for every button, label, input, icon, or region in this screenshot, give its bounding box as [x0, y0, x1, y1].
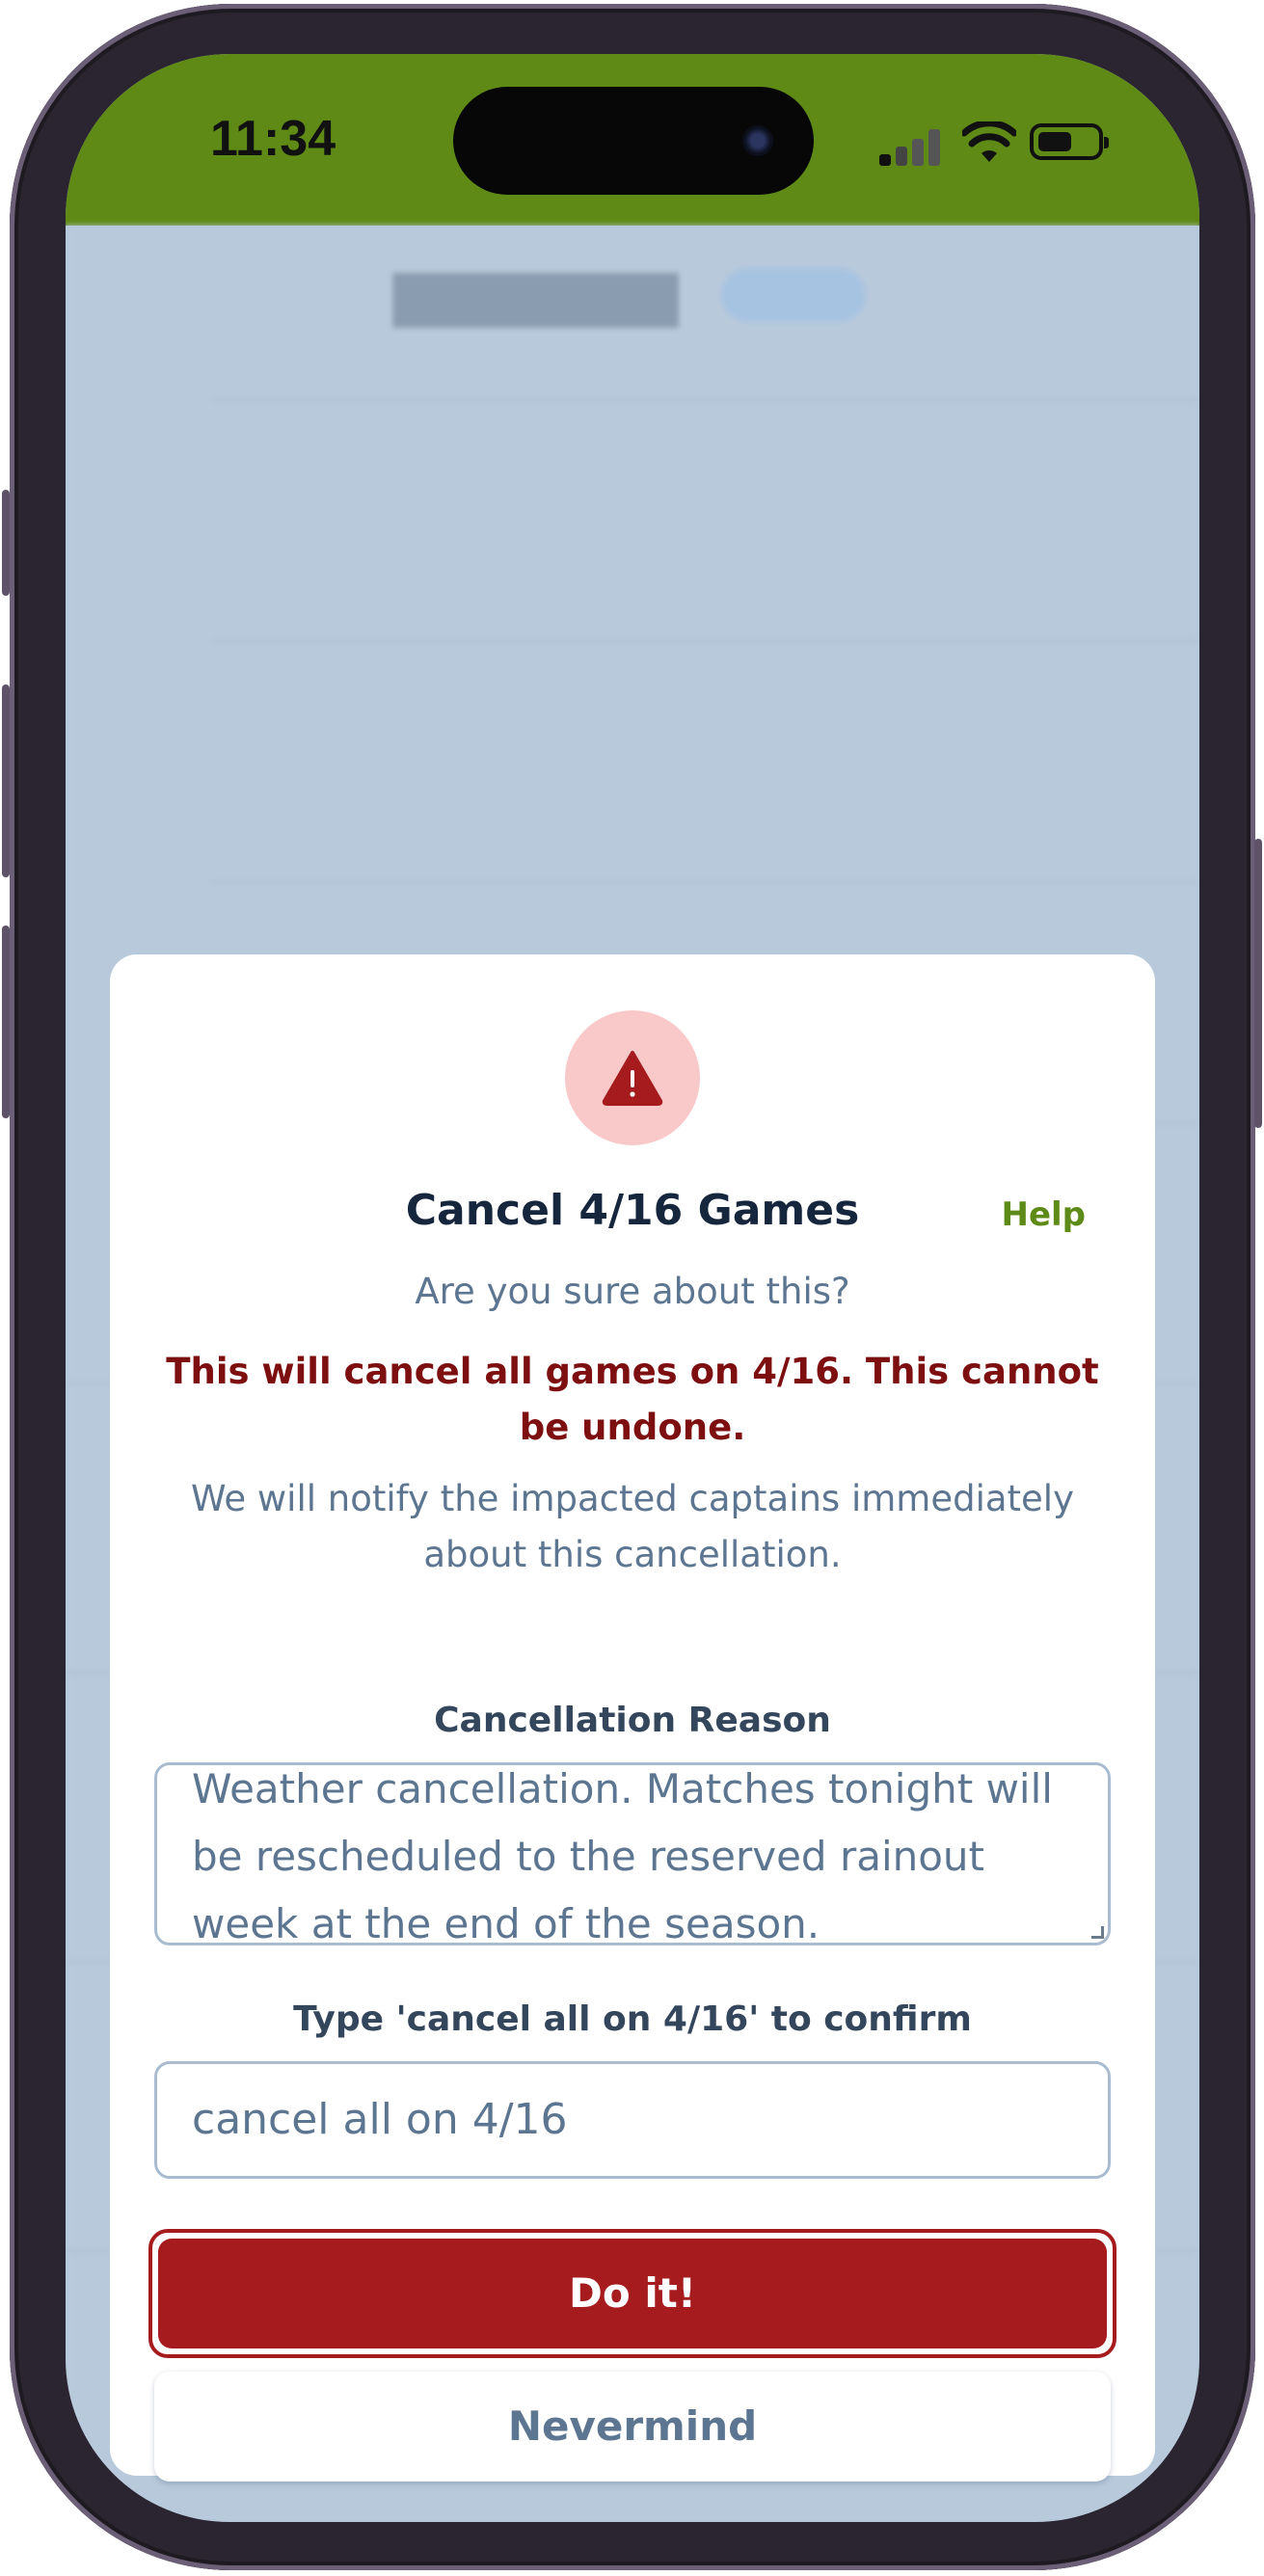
- cancellation-reason-label: Cancellation Reason: [434, 1701, 831, 1740]
- do-it-button[interactable]: Do it!: [148, 2229, 1116, 2358]
- phone-screen: 11:34 ████████ Cancel 4/16 Games Help Ar…: [66, 54, 1199, 2522]
- background-pill: [721, 268, 866, 322]
- modal-title: Cancel 4/16 Games: [405, 1186, 860, 1235]
- nevermind-button[interactable]: Nevermind: [154, 2372, 1111, 2482]
- modal-subtitle: Are you sure about this?: [415, 1271, 850, 1312]
- side-button-volume-down: [2, 926, 10, 1118]
- resize-handle-icon[interactable]: [1091, 1926, 1104, 1939]
- notify-captains-text: We will notify the impacted captains imm…: [190, 1478, 1074, 1575]
- status-bar: 11:34: [66, 54, 1199, 226]
- warning-icon-circle: [565, 1010, 700, 1145]
- battery-icon: [1030, 123, 1109, 160]
- danger-warning-text: This will cancel all games on 4/16. This…: [166, 1351, 1099, 1448]
- side-button-action: [2, 490, 10, 596]
- do-it-button-label: Do it!: [158, 2239, 1107, 2348]
- status-time: 11:34: [210, 111, 336, 167]
- cellular-signal-icon: [879, 129, 941, 166]
- cancellation-reason-textarea[interactable]: Weather cancellation. Matches tonight wi…: [154, 1762, 1111, 1945]
- cancel-games-modal: Cancel 4/16 Games Help Are you sure abou…: [110, 954, 1155, 2482]
- help-link[interactable]: Help: [1001, 1195, 1086, 1234]
- cancellation-reason-value: Weather cancellation. Matches tonight wi…: [192, 1765, 1053, 1945]
- confirm-text-input[interactable]: cancel all on 4/16: [154, 2061, 1111, 2179]
- camera-icon: [742, 125, 773, 156]
- confirm-instruction-label: Type 'cancel all on 4/16' to confirm: [293, 1999, 972, 2039]
- dynamic-island: [453, 87, 814, 195]
- side-button-volume-up: [2, 684, 10, 877]
- warning-triangle-icon: [602, 1051, 663, 1106]
- side-button-power: [1254, 839, 1262, 1128]
- wifi-icon: [962, 121, 1016, 162]
- background-date: ████████: [393, 274, 679, 328]
